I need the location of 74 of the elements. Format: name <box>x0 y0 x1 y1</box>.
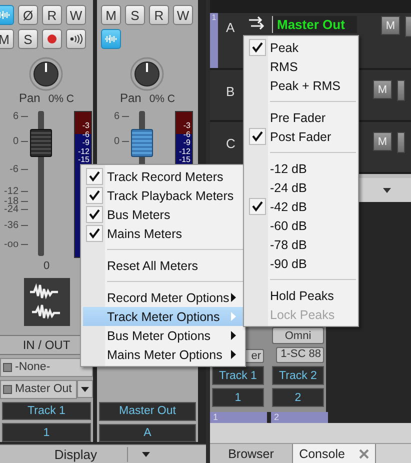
track-number: 1 <box>212 388 264 407</box>
menu-item[interactable]: Mains Meters <box>83 224 243 243</box>
meter-scale-label: -6 <box>183 130 190 139</box>
input-selector[interactable]: -None- <box>0 358 93 377</box>
track-number: A <box>99 424 196 442</box>
panel-tab[interactable]: Console <box>293 444 376 463</box>
menu-item[interactable]: -24 dB <box>246 178 356 197</box>
track-letter: C <box>226 135 236 151</box>
scale-label: 0 <box>12 136 18 147</box>
tab-label: Browser <box>228 446 274 460</box>
menu-item[interactable]: -78 dB <box>246 235 356 254</box>
meter-scale-label: -12 <box>178 148 190 156</box>
menu-item[interactable]: Bus Meters <box>83 205 243 224</box>
lane-label: 1 <box>210 412 267 423</box>
scale-label: 0 <box>114 136 120 147</box>
pan-label: Pan <box>18 91 40 105</box>
track-name: Track 1 <box>212 366 264 385</box>
lane-label: 2 <box>271 412 328 423</box>
scale-label: -24 <box>4 204 18 215</box>
scale-label: -oo <box>4 239 18 250</box>
strip-button[interactable]: R <box>149 5 169 25</box>
scale-label: -6 <box>10 164 18 175</box>
strip-button[interactable]: M <box>0 29 14 49</box>
scale-label: -12 <box>4 186 18 197</box>
scale-label: 6 <box>114 111 120 122</box>
menu-item[interactable]: -12 dB <box>246 159 356 178</box>
pan-label: Pan <box>120 91 142 105</box>
strip-button[interactable]: Ø <box>18 5 38 25</box>
strip-button[interactable]: R <box>42 5 62 25</box>
strip-button[interactable]: M <box>101 5 121 25</box>
menu-item[interactable]: Track Record Meters <box>83 167 243 186</box>
tab-label: Console <box>299 446 345 460</box>
strip-button[interactable]: W <box>66 5 86 25</box>
strip-button[interactable]: S <box>125 5 145 25</box>
meter-scale-label: -15 <box>78 156 90 164</box>
track-letter: A <box>226 19 236 35</box>
menu-item[interactable]: -90 dB <box>246 254 356 273</box>
menu-item[interactable]: Track Playback Meters <box>83 186 243 205</box>
track-number: 1 <box>2 423 91 442</box>
menu-item[interactable]: Pre Fader <box>246 108 356 127</box>
output-field[interactable]: Master Out <box>272 16 357 33</box>
menu-item[interactable]: RMS <box>246 57 356 76</box>
strip-button[interactable]: W <box>173 5 193 25</box>
meter-scale-label: -15 <box>178 156 190 164</box>
track-name: Track 1 <box>2 402 91 420</box>
meter-scale-label: -9 <box>183 139 190 148</box>
menu-item[interactable]: Reset All Meters <box>83 256 243 275</box>
menu-item[interactable]: -42 dB <box>246 197 356 216</box>
input-selector[interactable]: Omni <box>272 327 324 344</box>
panel-tab[interactable]: Browser <box>210 444 293 463</box>
fader-value: 0 <box>43 260 50 274</box>
scale-label: -36 <box>4 220 18 231</box>
scale-label: 6 <box>12 111 18 122</box>
meter-scale-label: -3 <box>183 122 190 130</box>
strip-button[interactable]: S <box>18 29 38 49</box>
menu-item[interactable]: Peak <box>246 38 356 57</box>
meter-scale-label: -3 <box>82 122 90 130</box>
output-selector[interactable]: Master Out <box>0 380 77 399</box>
menu-item[interactable]: Post Fader <box>246 127 356 146</box>
menu-item[interactable]: Track Meter Options <box>83 307 243 326</box>
track-name: Master Out <box>99 402 196 421</box>
track-letter: B <box>226 83 236 99</box>
meter-scale-label: -9 <box>82 139 90 148</box>
pan-value: 0% C <box>48 93 74 105</box>
menu-item[interactable]: -60 dB <box>246 216 356 235</box>
pan-value: 0% C <box>149 93 176 105</box>
menu-item[interactable]: Hold Peaks <box>246 286 356 305</box>
track-name: Track 2 <box>272 366 324 385</box>
meter-scale-label: -6 <box>82 130 90 139</box>
output-selector[interactable]: 1-SC 88 <box>276 347 324 363</box>
menu-item[interactable]: Record Meter Options <box>83 288 243 307</box>
track-number: 2 <box>272 388 324 407</box>
menu-item[interactable]: Peak + RMS <box>246 76 356 95</box>
meter-scale-label: -12 <box>78 148 90 156</box>
